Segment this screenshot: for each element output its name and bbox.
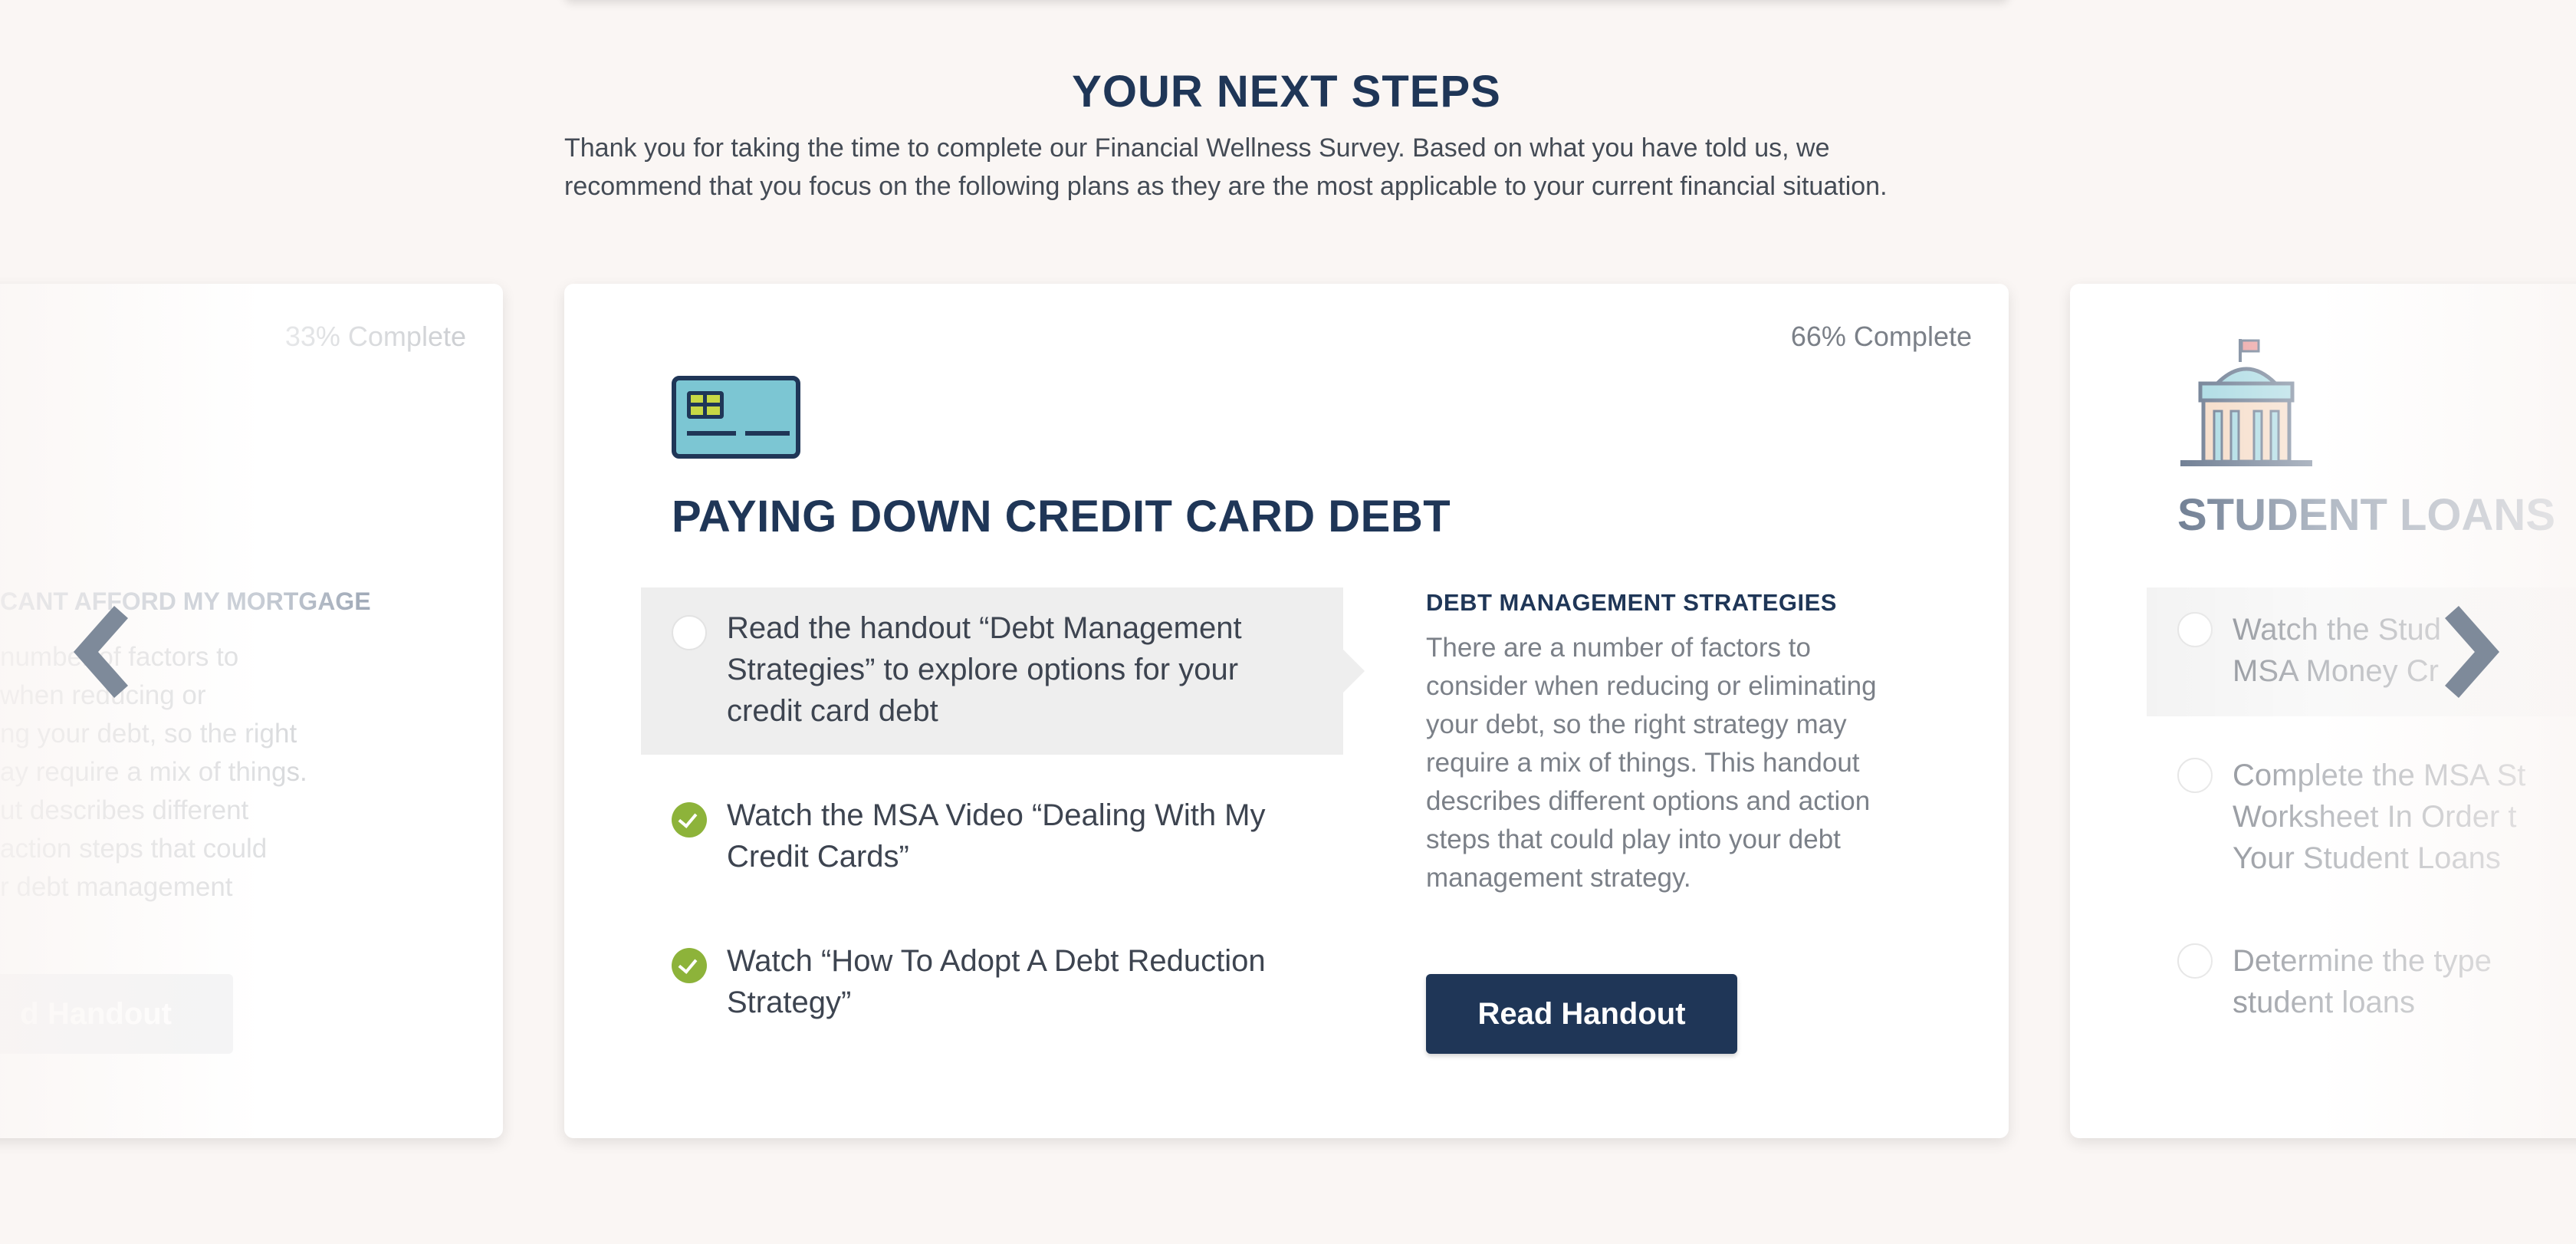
read-handout-button[interactable]: Read Handout [1426,974,1737,1054]
progress-label: 33% Complete [284,321,466,352]
checkmark-icon[interactable] [672,802,707,838]
plan-card-previous[interactable]: 33% Complete CANT AFFORD MY MORTGAGE num… [0,284,503,1138]
intro-line-1: Thank you for taking the time to complet… [564,133,1830,163]
plan-title: PAYING DOWN CREDIT CARD DEBT [672,492,1451,541]
detail-line: r debt management [0,872,233,902]
page-title: YOUR NEXT STEPS [1072,67,1501,117]
step-text: Watch “How To Adopt A Debt Reduction Str… [727,944,1266,1019]
chevron-right-icon [2445,606,2500,698]
progress-label: 66% Complete [1790,321,1972,352]
step-text: Watch the Stud [2233,613,2441,647]
intro-line-2: recommend that you focus on the followin… [564,172,1888,201]
step-text: Your Student Loans [2233,841,2501,875]
step-item[interactable]: Complete the MSA St Worksheet In Order t… [2233,755,2576,879]
bank-building-icon [2180,339,2312,466]
plan-title: STUDENT LOANS [2177,490,2555,540]
detail-line: action steps that could [0,834,268,864]
step-text: student loans [2233,986,2415,1019]
detail-body: There are a number of factors to conside… [1426,633,1877,893]
step-text: Complete the MSA St [2233,759,2526,792]
step-text: Determine the type [2233,944,2492,978]
step-item-watch-video[interactable]: Watch the MSA Video “Dealing With My Cre… [641,775,1343,900]
credit-card-icon [672,376,800,459]
step-text: Worksheet In Order t [2233,800,2517,834]
carousel-prev-button[interactable] [71,606,132,698]
chevron-left-icon [73,606,128,698]
detail-line: ay require a mix of things. [0,757,307,787]
step-text: Watch the MSA Video “Dealing With My Cre… [727,798,1266,874]
step-item[interactable]: Watch the Stud MSA Money Cr [2233,609,2576,692]
detail-line: ng your debt, so the right [0,719,297,749]
intro-text: Thank you for taking the time to complet… [564,129,2021,206]
detail-title: DEBT MANAGEMENT STRATEGIES [1426,589,1837,616]
detail-line: ut describes different [0,795,249,825]
step-text: MSA Money Cr [2233,654,2439,688]
plan-card-next[interactable]: STUDENT LOANS Watch the Stud MSA Money C… [2070,284,2576,1138]
step-item-watch-strategy[interactable]: Watch “How To Adopt A Debt Reduction Str… [641,920,1343,1046]
checbox-icon[interactable] [2177,943,2213,979]
plan-card-current: 66% Complete PAYING DOWN CREDIT CARD DEB… [564,284,2009,1138]
checkmark-icon[interactable] [672,948,707,983]
step-item-read-handout[interactable]: Read the handout “Debt Management Strate… [641,587,1365,755]
checkbox-icon[interactable] [672,615,707,650]
detail-title: CANT AFFORD MY MORTGAGE [0,587,371,615]
step-list: Read the handout “Debt Management Strate… [641,587,1365,1046]
page-header: YOUR NEXT STEPS [564,64,2009,120]
step-text: Read the handout “Debt Management Strate… [727,611,1242,728]
checkbox-icon[interactable] [2177,612,2213,647]
step-detail: DEBT MANAGEMENT STRATEGIES There are a n… [1426,587,1886,897]
card-chip [687,391,724,419]
carousel-next-button[interactable] [2441,606,2502,698]
read-handout-button[interactable]: d Handout [0,974,233,1054]
checkbox-icon[interactable] [2177,758,2213,793]
step-item[interactable]: Determine the type student loans [2233,940,2576,1023]
